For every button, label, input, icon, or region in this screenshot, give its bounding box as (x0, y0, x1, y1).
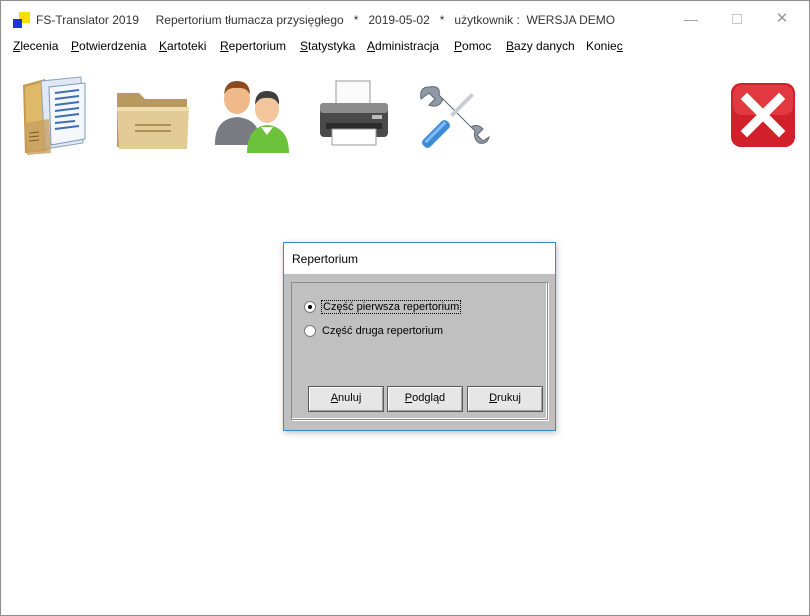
menu-repertorium[interactable]: Repertorium (220, 39, 286, 53)
menu-koniec[interactable]: Koniec (586, 39, 623, 53)
app-logo-icon (13, 12, 30, 29)
main-window: FS-Translator 2019 Repertorium tłumacza … (0, 0, 810, 616)
radio-button-checked[interactable] (304, 301, 316, 313)
print-button[interactable] (314, 73, 394, 159)
menu-pomoc[interactable]: Pomoc (454, 39, 491, 53)
users-icon (215, 81, 289, 153)
tools-icon (420, 86, 490, 148)
maximize-icon (732, 14, 742, 24)
cancel-button[interactable]: Anuluj (308, 386, 384, 412)
exit-button[interactable] (727, 73, 799, 159)
menu-bazy-danych[interactable]: Bazy danych (506, 39, 575, 53)
users-button[interactable] (213, 73, 293, 159)
title-bar: FS-Translator 2019 Repertorium tłumacza … (1, 1, 809, 37)
radio-button[interactable] (304, 325, 316, 337)
maximize-button[interactable] (727, 9, 747, 29)
option-part-one-label: Część pierwsza repertorium (321, 300, 462, 314)
close-window-button[interactable]: ✕ (772, 9, 792, 29)
minimize-button[interactable]: — (681, 9, 701, 29)
exit-icon (731, 83, 795, 147)
print-dialog-button[interactable]: Drukuj (467, 386, 543, 412)
option-part-two-label: Część druga repertorium (322, 325, 444, 337)
app-name: FS-Translator 2019 (36, 13, 139, 27)
documents-button[interactable] (15, 73, 95, 159)
dialog-title-bar: Repertorium (284, 243, 555, 274)
window-title: FS-Translator 2019 Repertorium tłumacza … (36, 13, 615, 27)
folder-button[interactable] (113, 73, 193, 159)
documents-icon (23, 76, 86, 155)
folder-icon (117, 93, 189, 149)
option-part-two[interactable]: Część druga repertorium (304, 323, 444, 339)
menu-kartoteki[interactable]: Kartoteki (159, 39, 206, 53)
tools-button[interactable] (413, 73, 493, 159)
window-subtitle: Repertorium tłumacza przysięgłego * 2019… (155, 13, 616, 27)
printer-icon (320, 80, 388, 146)
menu-zlecenia[interactable]: Zlecenia (13, 39, 58, 53)
preview-button[interactable]: Podgląd (387, 386, 463, 412)
option-part-one[interactable]: Część pierwsza repertorium (304, 299, 462, 315)
menu-administracja[interactable]: Administracja (367, 39, 439, 53)
dialog-title: Repertorium (292, 252, 359, 266)
menu-potwierdzenia[interactable]: Potwierdzenia (71, 39, 146, 53)
dialog-body: Część pierwsza repertorium Część druga r… (284, 274, 555, 430)
repertorium-dialog: Repertorium Część pierwsza repertorium C… (283, 242, 556, 431)
menu-statystyka[interactable]: Statystyka (300, 39, 355, 53)
menu-bar: Zlecenia Potwierdzenia Kartoteki Reperto… (1, 37, 809, 57)
